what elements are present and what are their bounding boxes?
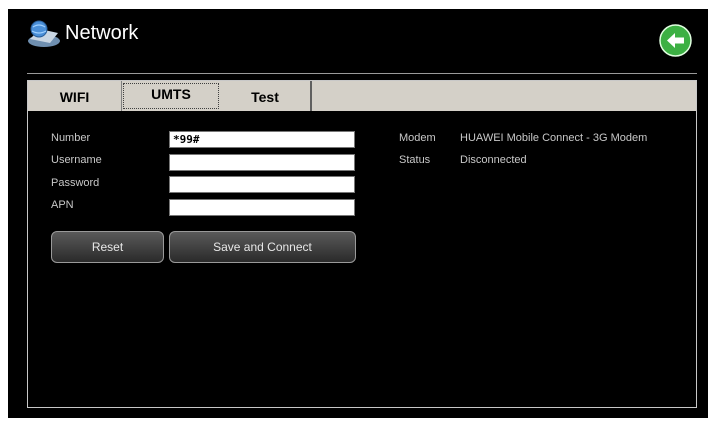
number-label: Number [51, 132, 91, 144]
modem-label: Modem [399, 132, 436, 144]
apn-field[interactable] [169, 199, 355, 216]
number-field[interactable] [169, 131, 355, 148]
apn-label: APN [51, 199, 74, 211]
tab-wifi[interactable]: WIFI [28, 81, 122, 111]
network-folder-icon [28, 20, 60, 47]
page-title: Network [65, 22, 139, 44]
username-label: Username [51, 154, 102, 166]
status-label: Status [399, 154, 431, 166]
tab-umts[interactable]: UMTS [123, 83, 219, 109]
status-value: Disconnected [460, 154, 527, 166]
back-arrow-icon[interactable] [659, 24, 692, 57]
password-field[interactable] [169, 176, 355, 193]
tab-test[interactable]: Test [220, 81, 312, 111]
modem-value: HUAWEI Mobile Connect - 3G Modem [460, 132, 648, 144]
header-divider [27, 73, 697, 74]
reset-button[interactable]: Reset [51, 231, 164, 263]
username-field[interactable] [169, 154, 355, 171]
password-label: Password [51, 177, 100, 189]
save-and-connect-button[interactable]: Save and Connect [169, 231, 356, 263]
